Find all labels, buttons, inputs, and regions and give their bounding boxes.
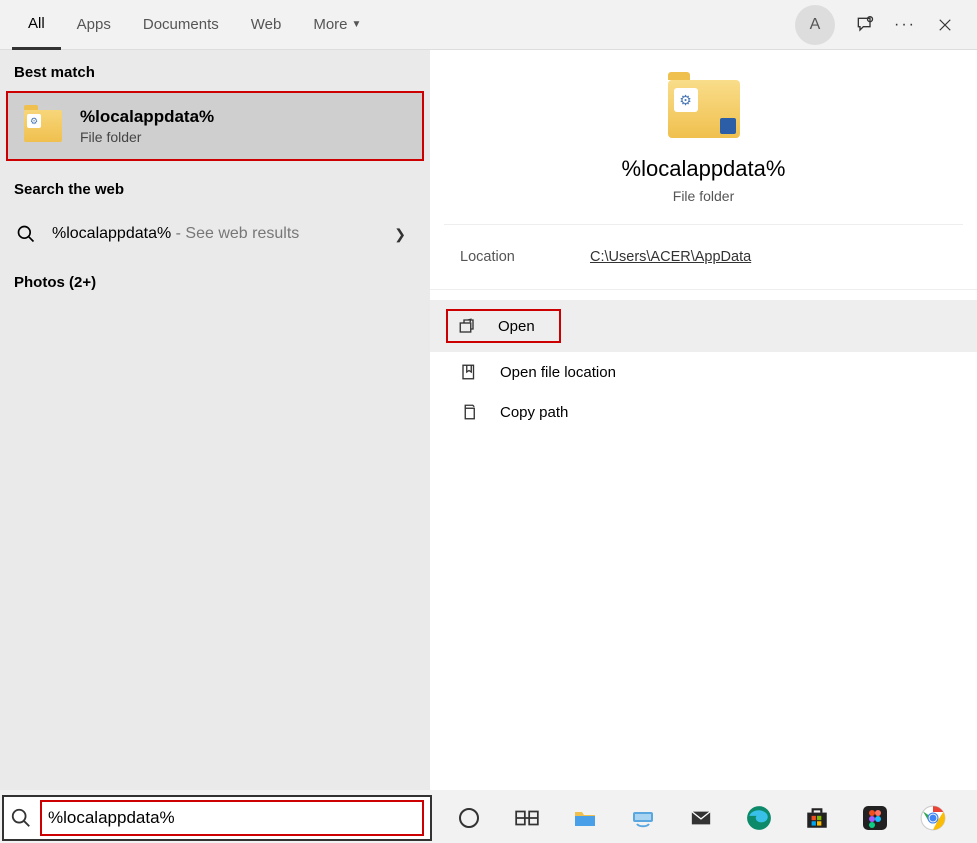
web-result-query: %localappdata% — [52, 225, 171, 242]
web-result-text: %localappdata% - See web results — [52, 225, 378, 243]
action-open-file-location[interactable]: Open file location — [430, 352, 977, 392]
search-header: All Apps Documents Web More ▼ A ··· — [0, 0, 977, 50]
keyboard-app-icon[interactable] — [628, 803, 658, 833]
best-match-heading: Best match — [0, 50, 430, 91]
search-tabs: All Apps Documents Web More ▼ — [12, 0, 795, 50]
location-path[interactable]: C:\Users\ACER\AppData — [590, 249, 751, 265]
tab-apps[interactable]: Apps — [61, 0, 127, 50]
bookmark-icon — [460, 363, 478, 381]
chrome-icon[interactable] — [918, 803, 948, 833]
detail-title: %localappdata% — [622, 156, 786, 182]
taskbar — [0, 793, 977, 843]
tab-more[interactable]: More ▼ — [297, 0, 377, 50]
more-options-icon[interactable]: ··· — [895, 15, 915, 35]
search-web-heading: Search the web — [0, 167, 430, 208]
sub-icon — [720, 118, 736, 134]
close-icon[interactable] — [935, 15, 955, 35]
web-result-suffix: - See web results — [171, 225, 299, 242]
feedback-icon[interactable] — [855, 15, 875, 35]
mail-icon[interactable] — [686, 803, 716, 833]
gear-icon: ⚙ — [27, 114, 41, 128]
location-label: Location — [460, 249, 590, 265]
tab-web[interactable]: Web — [235, 0, 298, 50]
task-view-icon[interactable] — [512, 803, 542, 833]
results-panel: Best match ⚙ %localappdata% File folder … — [0, 50, 430, 790]
detail-header: ⚙ %localappdata% File folder — [444, 50, 963, 225]
search-icon — [16, 224, 36, 244]
location-row: Location C:\Users\ACER\AppData — [430, 225, 977, 290]
taskbar-search[interactable] — [2, 795, 432, 841]
chevron-down-icon: ▼ — [352, 19, 362, 30]
folder-icon: ⚙ — [24, 110, 62, 142]
gear-icon: ⚙ — [674, 88, 698, 112]
figma-icon[interactable] — [860, 803, 890, 833]
detail-subtitle: File folder — [673, 188, 734, 204]
header-actions: A ··· — [795, 5, 965, 45]
taskbar-items — [432, 803, 948, 833]
action-copy-path[interactable]: Copy path — [430, 392, 977, 432]
action-open-row[interactable]: Open — [430, 300, 977, 352]
best-match-subtitle: File folder — [80, 129, 214, 145]
tab-all[interactable]: All — [12, 0, 61, 50]
search-body: Best match ⚙ %localappdata% File folder … — [0, 50, 977, 790]
tab-documents[interactable]: Documents — [127, 0, 235, 50]
search-input-highlight — [40, 800, 424, 836]
best-match-text: %localappdata% File folder — [80, 107, 214, 145]
action-open-file-location-label: Open file location — [500, 364, 616, 381]
folder-icon: ⚙ — [668, 80, 740, 138]
tab-more-label: More — [313, 16, 347, 33]
best-match-result[interactable]: ⚙ %localappdata% File folder — [6, 91, 424, 161]
chevron-right-icon: ❯ — [394, 226, 406, 243]
action-list: Open Open file location Copy path — [430, 300, 977, 432]
open-icon — [458, 317, 476, 335]
microsoft-store-icon[interactable] — [802, 803, 832, 833]
cortana-icon[interactable] — [454, 803, 484, 833]
copy-icon — [460, 403, 478, 421]
best-match-title: %localappdata% — [80, 107, 214, 127]
action-open-label: Open — [498, 318, 535, 335]
action-open[interactable]: Open — [448, 311, 559, 341]
action-copy-path-label: Copy path — [500, 404, 568, 421]
photos-section[interactable]: Photos (2+) — [0, 260, 430, 305]
web-result[interactable]: %localappdata% - See web results ❯ — [0, 208, 430, 260]
search-input[interactable] — [48, 808, 416, 828]
search-icon — [10, 807, 32, 829]
edge-icon[interactable] — [744, 803, 774, 833]
file-explorer-icon[interactable] — [570, 803, 600, 833]
detail-panel: ⚙ %localappdata% File folder Location C:… — [430, 50, 977, 790]
user-avatar[interactable]: A — [795, 5, 835, 45]
